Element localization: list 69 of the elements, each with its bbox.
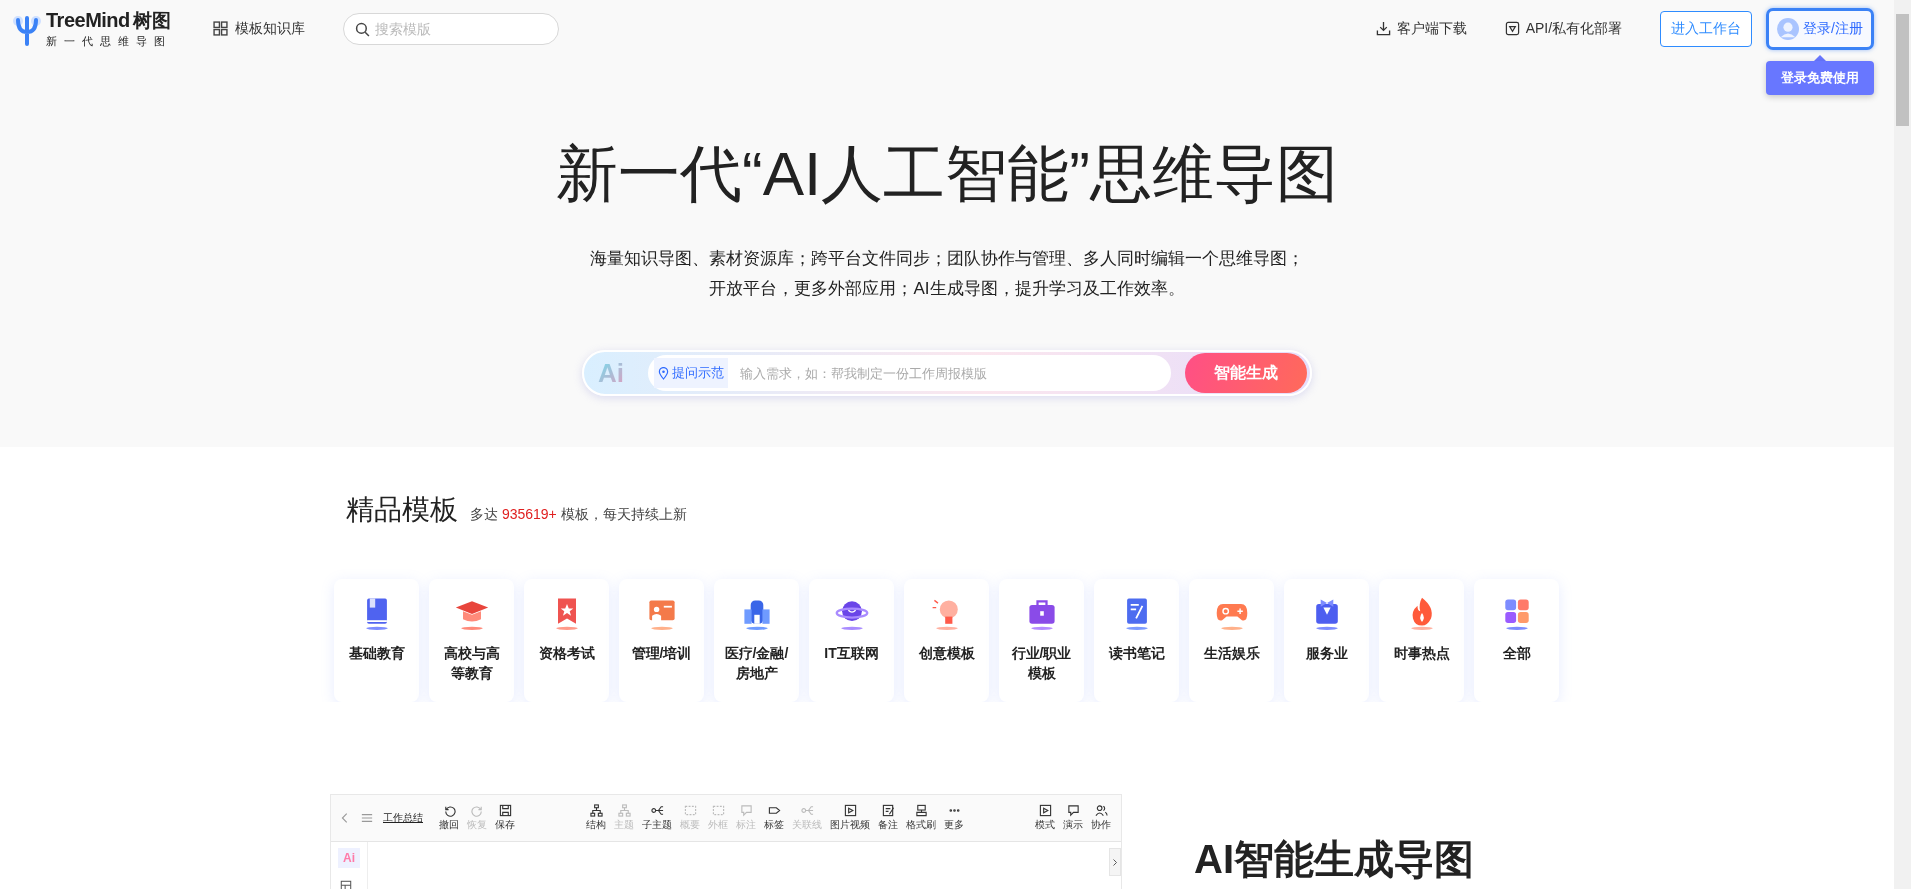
tooltip-arrow-icon bbox=[1814, 54, 1827, 61]
toolbar-button[interactable]: 演示 bbox=[1061, 804, 1085, 832]
grid-icon bbox=[212, 21, 228, 36]
template-library-link[interactable]: 模板知识库 bbox=[212, 19, 305, 38]
search-field[interactable]: 搜索模版 bbox=[342, 12, 559, 45]
api-link[interactable]: API/私有化部署 bbox=[1504, 19, 1623, 38]
toolbar-button[interactable]: 保存 bbox=[493, 804, 517, 832]
toolbar-button[interactable]: 结构 bbox=[584, 804, 608, 832]
category-card[interactable]: 医疗/金融/房地产 bbox=[714, 579, 799, 702]
category-card[interactable]: 高校与高等教育 bbox=[429, 579, 514, 702]
feature-title: AI智能生成导图 bbox=[1194, 836, 1474, 883]
toolbar-button[interactable]: 模式 bbox=[1033, 804, 1057, 832]
category-card[interactable]: 读书笔记 bbox=[1094, 579, 1179, 702]
category-card[interactable]: 资格考试 bbox=[524, 579, 609, 702]
toolbar-button[interactable]: 协作 bbox=[1089, 804, 1113, 832]
bubble-icon bbox=[739, 804, 753, 817]
category-card[interactable]: IT互联网 bbox=[809, 579, 894, 702]
chevron-icon bbox=[1112, 857, 1118, 867]
tag-icon bbox=[767, 804, 781, 817]
category-card[interactable]: 生活娱乐 bbox=[1189, 579, 1274, 702]
branch-icon bbox=[800, 804, 814, 817]
toolbar-button[interactable]: 更多 bbox=[942, 804, 966, 832]
media-icon bbox=[1038, 804, 1052, 817]
tree-icon bbox=[617, 804, 631, 817]
toolbar-button[interactable]: 图片视频 bbox=[828, 804, 872, 832]
login-button[interactable]: 登录/注册 bbox=[1766, 7, 1874, 50]
category-card[interactable]: 创意模板 bbox=[904, 579, 989, 702]
panel-toggle[interactable] bbox=[1109, 848, 1121, 876]
branch-icon bbox=[650, 804, 664, 817]
toolbar-button[interactable]: 格式刷 bbox=[904, 804, 938, 832]
menu-icon bbox=[361, 812, 373, 824]
hero-description: 海量知识导图、素材资源库；跨平台文件同步；团队协作与管理、多人同时编辑一个思维导图； bbox=[590, 248, 1304, 271]
template-icon bbox=[340, 880, 352, 889]
toolbar-button[interactable]: 备注 bbox=[876, 804, 900, 832]
download-icon bbox=[1375, 21, 1391, 36]
category-card[interactable]: 全部 bbox=[1474, 579, 1559, 702]
category-card[interactable]: 服务业 bbox=[1284, 579, 1369, 702]
hero-title: 新一代“AI人工智能”思维导图 bbox=[556, 138, 1338, 210]
toolbar-button[interactable]: 撤回 bbox=[437, 804, 461, 832]
hero-description: 开放平台，更多外部应用；AI生成导图，提升学习及工作效率。 bbox=[708, 278, 1186, 301]
toolbar-button[interactable]: 子主题 bbox=[640, 804, 674, 832]
section-subtitle: 多达 935619+ 模板，每天持续上新 bbox=[470, 506, 687, 524]
category-card[interactable]: 基础教育 bbox=[334, 579, 419, 702]
brand-tagline: 新 一 代 思 维 导 图 bbox=[46, 34, 169, 49]
category-card[interactable]: 管理/培训 bbox=[619, 579, 704, 702]
login-tooltip: 登录免费使用 bbox=[1766, 60, 1874, 95]
box-icon bbox=[711, 804, 725, 817]
undo-icon bbox=[442, 804, 456, 817]
section-title: 精品模板 bbox=[346, 493, 458, 527]
toolbar-button[interactable]: 标签 bbox=[762, 804, 786, 832]
brand-name-chinese: 树图 bbox=[132, 9, 171, 33]
box-icon bbox=[683, 804, 697, 817]
media-icon bbox=[843, 804, 857, 817]
pin-icon bbox=[658, 366, 669, 380]
save-icon bbox=[498, 804, 512, 817]
search-icon bbox=[354, 21, 370, 37]
category-card[interactable]: 时事热点 bbox=[1379, 579, 1464, 702]
example-prompt-button[interactable]: 提问示范 bbox=[654, 358, 728, 389]
redo-icon bbox=[470, 804, 484, 817]
people-icon bbox=[1094, 804, 1108, 817]
category-card[interactable]: 行业/职业模板 bbox=[999, 579, 1084, 702]
note-icon bbox=[881, 804, 895, 817]
download-link[interactable]: 客户端下载 bbox=[1375, 19, 1467, 38]
document-title: 工作总结 bbox=[383, 811, 423, 825]
bubble-icon bbox=[1066, 804, 1080, 817]
tree-icon bbox=[589, 804, 603, 817]
brand-name: TreeMind bbox=[46, 9, 130, 32]
avatar-icon bbox=[1777, 17, 1800, 40]
scrollbar[interactable] bbox=[1894, 0, 1911, 889]
